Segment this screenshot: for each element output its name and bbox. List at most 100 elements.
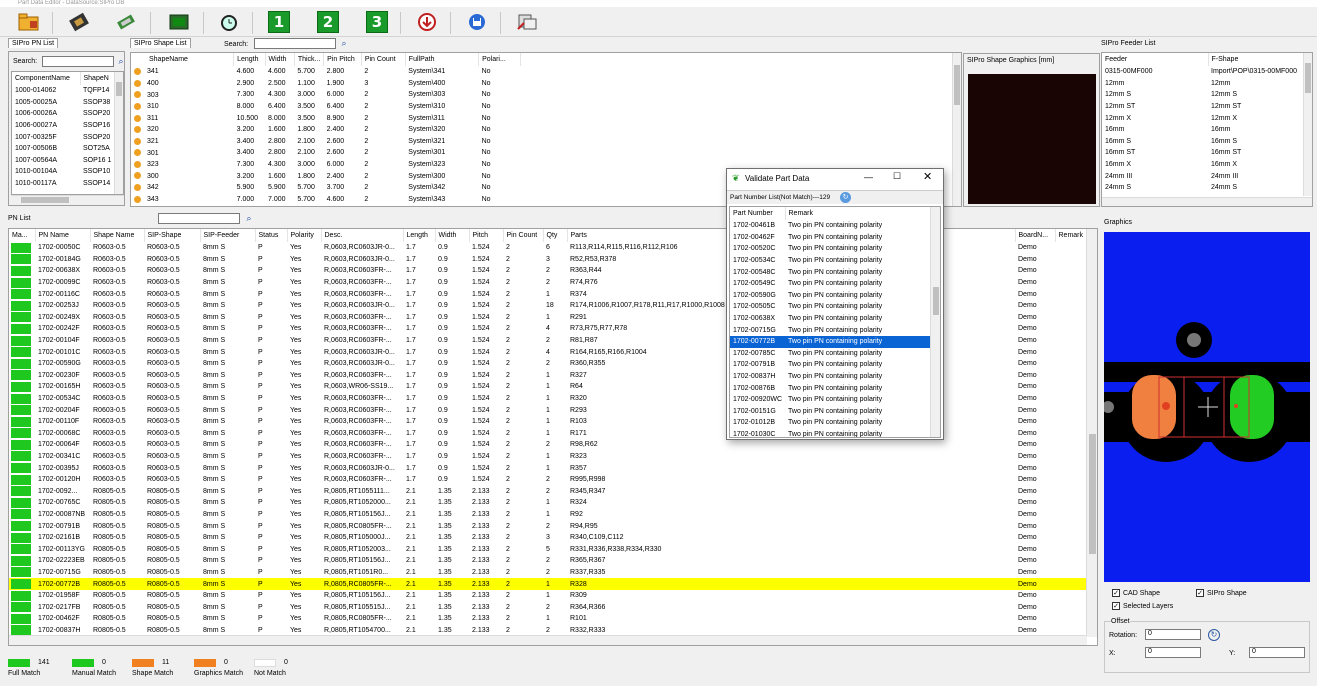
column-header[interactable]: Pin Count <box>503 229 544 242</box>
binoculars-icon[interactable]: ⌕ <box>115 56 127 67</box>
list-item[interactable]: 1702-00461B Two pin PN containing polarit… <box>730 220 930 232</box>
list-item[interactable]: 1702-00590G Two pin PN containing polarit… <box>730 290 930 302</box>
table-row[interactable]: 321 3.400 2.800 2.100 2.600 2 System\321 No <box>131 136 521 148</box>
list-item[interactable]: 1702-00920WC Two pin PN containing polari… <box>730 394 930 406</box>
list-item[interactable]: 1702-00151G Two pin PN containing polarit… <box>730 406 930 418</box>
column-header[interactable]: PN Name <box>35 229 91 242</box>
list-item[interactable]: 1702-00715G Two pin PN containing polarit… <box>730 324 930 336</box>
list-item[interactable]: 1006-00027A SSOP16 <box>12 120 116 132</box>
table-row[interactable]: 16mm ST 16mm ST <box>1102 147 1304 159</box>
table-row[interactable]: 1702-00120H R0603-0.5 R0603-0.5 8mm S P Yes R,… <box>9 474 1089 486</box>
table-row[interactable]: 320 3.200 1.600 1.800 2.400 2 System\320 No <box>131 124 521 136</box>
list-item[interactable]: 1010-00117A SSOP14 <box>12 178 116 190</box>
horizontal-scrollbar[interactable] <box>1102 197 1312 206</box>
table-row[interactable]: 16mm S 16mm S <box>1102 136 1304 148</box>
vertical-scrollbar[interactable] <box>1303 53 1312 196</box>
column-header[interactable]: BoardN... <box>1015 229 1056 242</box>
shape-graphics-canvas[interactable] <box>968 74 1096 204</box>
chip-icon[interactable] <box>66 10 92 34</box>
list-item[interactable]: 1006-00026A SSOP20 <box>12 108 116 120</box>
save-icon[interactable] <box>464 10 490 34</box>
column-header[interactable]: SIP-Feeder <box>200 229 256 242</box>
vertical-scrollbar[interactable] <box>952 53 961 206</box>
table-row[interactable]: 1702-01958F R0805-0.5 R0805-0.5 8mm S P Yes R,… <box>9 590 1089 602</box>
table-row[interactable]: 323 7.300 4.300 3.000 6.000 2 System\323 No <box>131 159 521 171</box>
list-item[interactable]: 1007-00506B SOT25A <box>12 143 116 155</box>
pn-search-input[interactable] <box>42 56 114 67</box>
column-header[interactable]: Pin Count <box>361 53 406 66</box>
rotation-input[interactable]: 0 <box>1145 629 1201 640</box>
table-row[interactable]: 1702-00791B R0805-0.5 R0805-0.5 8mm S P Yes R,… <box>9 520 1089 532</box>
table-row[interactable]: 12mm S 12mm S <box>1102 89 1304 101</box>
list-item[interactable]: 1702-00785C Two pin PN containing polarit… <box>730 348 930 360</box>
selected-layers-checkbox[interactable]: ✓ Selected Layers <box>1112 602 1173 610</box>
column-header[interactable]: Polarity <box>287 229 322 242</box>
refresh-icon[interactable]: ↻ <box>840 192 851 203</box>
table-row[interactable]: 400 2.900 2.500 1.100 1.900 3 System\400 No <box>131 78 521 90</box>
list-item[interactable]: 1000-014062 TQFP14 <box>12 85 116 97</box>
step-1-button[interactable]: 1 <box>266 10 292 34</box>
step-2-button[interactable]: 2 <box>315 10 341 34</box>
table-row[interactable]: 1702-00113YG R0805-0.5 R0805-0.5 8mm S P Yes R… <box>9 543 1089 555</box>
vertical-scrollbar[interactable] <box>114 72 123 194</box>
minimize-icon[interactable]: — <box>864 172 873 182</box>
table-row[interactable]: 1702-0092... R0805-0.5 R0805-0.5 8mm S P Yes R… <box>9 485 1089 497</box>
column-header[interactable]: ShapeName <box>131 53 235 66</box>
table-row[interactable]: 1702-0217FB R0805-0.5 R0805-0.5 8mm S P Yes R,… <box>9 601 1089 613</box>
table-row[interactable]: 300 3.200 1.600 1.800 2.400 2 System\300 No <box>131 170 521 182</box>
column-header[interactable]: FullPath <box>405 53 480 66</box>
table-row[interactable]: 1702-02223EB R0805-0.5 R0805-0.5 8mm S P Yes R… <box>9 555 1089 567</box>
table-row[interactable]: 1702-00395J R0603-0.5 R0603-0.5 8mm S P Yes R,… <box>9 462 1089 474</box>
table-row[interactable]: 1702-00462F R0805-0.5 R0805-0.5 8mm S P Yes R,… <box>9 613 1089 625</box>
table-row[interactable]: 24mm S 24mm S <box>1102 182 1304 194</box>
x-offset-input[interactable]: 0 <box>1145 647 1201 658</box>
column-header[interactable]: Length <box>403 229 436 242</box>
tab-sipro-shape-list[interactable]: SIPro Shape List <box>130 38 191 48</box>
close-icon[interactable]: ✕ <box>923 170 932 183</box>
table-row[interactable]: 16mm X 16mm X <box>1102 159 1304 171</box>
horizontal-scrollbar[interactable] <box>11 195 124 204</box>
vertical-scrollbar[interactable] <box>930 207 940 437</box>
list-item[interactable]: 1007-00564A SOP16 1 <box>12 155 116 167</box>
table-row[interactable]: 1702-00087NB R0805-0.5 R0805-0.5 8mm S P Yes R… <box>9 509 1089 521</box>
column-header[interactable]: Ma... <box>9 229 36 242</box>
table-row[interactable]: 24mm III 24mm III <box>1102 170 1304 182</box>
step-3-button[interactable]: 3 <box>364 10 390 34</box>
column-header[interactable]: Shape Name <box>90 229 145 242</box>
table-row[interactable]: 343 7.000 7.000 5.700 4.600 2 System\343 No <box>131 194 521 206</box>
list-item[interactable]: 1702-00462F Two pin PN containing polarit… <box>730 232 930 244</box>
column-header[interactable]: F-Shape <box>1208 53 1305 66</box>
list-item[interactable]: 1010-00104A SSOP10 <box>12 166 116 178</box>
board-icon[interactable] <box>166 10 192 34</box>
table-row[interactable]: 341 4.600 4.600 5.700 2.800 2 System\341 No <box>131 66 521 78</box>
list-item[interactable]: 1702-00534C Two pin PN containing polarit… <box>730 255 930 267</box>
table-row[interactable]: 12mm 12mm <box>1102 78 1304 90</box>
table-row[interactable]: 1702-02161B R0805-0.5 R0805-0.5 8mm S P Yes R,… <box>9 532 1089 544</box>
list-item[interactable]: 1702-00837H Two pin PN containing polarit… <box>730 371 930 383</box>
tab-sipro-pn-list[interactable]: SIPro PN List <box>8 38 59 48</box>
table-row[interactable]: 311 10.500 8.000 3.500 8.900 2 System\311 No <box>131 112 521 124</box>
tab-sipro-feeder-list[interactable]: SIPro Feeder List <box>1101 40 1155 47</box>
horizontal-scrollbar[interactable] <box>9 635 1087 645</box>
shape-search-input[interactable] <box>254 38 336 49</box>
table-row[interactable]: 1702-00715G R0805-0.5 R0805-0.5 8mm S P Yes R,… <box>9 567 1089 579</box>
column-header[interactable]: Feeder <box>1102 53 1209 66</box>
list-item[interactable]: 1702-00520C Two pin PN containing polarit… <box>730 243 930 255</box>
list-item[interactable]: 1702-00548C Two pin PN containing polarit… <box>730 266 930 278</box>
list-item[interactable]: 1702-00549C Two pin PN containing polarit… <box>730 278 930 290</box>
table-row[interactable]: 310 8.000 6.400 3.500 6.400 2 System\310 No <box>131 101 521 113</box>
list-item[interactable]: 1007-00325F SSOP20 <box>12 131 116 143</box>
column-header[interactable]: Part Number <box>730 207 786 220</box>
sipro-shape-checkbox[interactable]: ✓ SIPro Shape <box>1196 589 1247 597</box>
table-row[interactable]: 16mm 16mm <box>1102 124 1304 136</box>
column-header[interactable]: Status <box>255 229 288 242</box>
table-row[interactable]: 342 5.900 5.900 5.700 3.700 2 System\342 No <box>131 182 521 194</box>
table-row[interactable]: 1702-00772B R0805-0.5 R0805-0.5 8mm S P Yes R,… <box>9 578 1089 590</box>
table-row[interactable]: 301 3.400 2.800 2.100 2.600 2 System\301 No <box>131 147 521 159</box>
column-header[interactable]: Pitch <box>469 229 504 242</box>
column-header[interactable]: SIP-Shape <box>144 229 201 242</box>
table-row[interactable]: 303 7.300 4.300 3.000 6.000 2 System\303 No <box>131 89 521 101</box>
column-header[interactable]: Width <box>265 53 295 66</box>
cad-shape-checkbox[interactable]: ✓ CAD Shape <box>1112 589 1160 597</box>
component-icon[interactable] <box>113 10 139 34</box>
